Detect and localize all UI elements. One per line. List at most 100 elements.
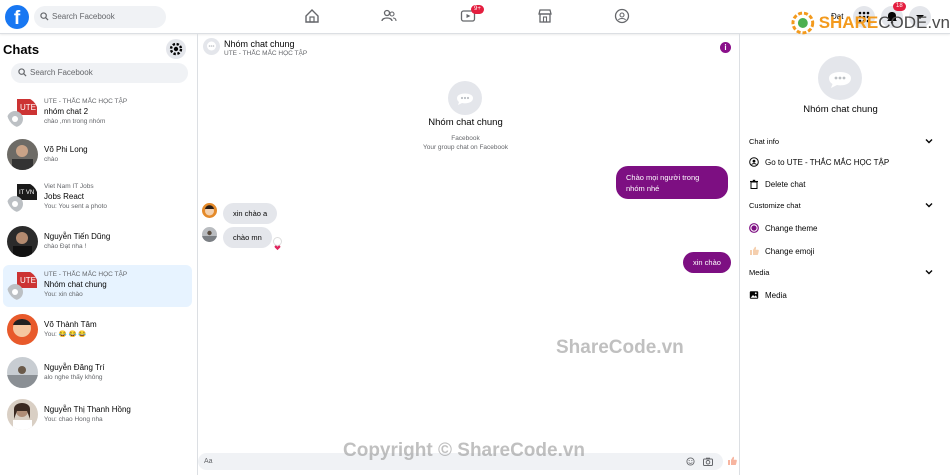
message-outgoing[interactable]: Chào mọi người trong nhóm nhé xyxy=(616,166,728,199)
chat-list-item[interactable]: IT VN Viet Nam IT Jobs Jobs React You: Y… xyxy=(3,177,192,219)
chat-name: Jobs React xyxy=(44,192,85,201)
media-label: Media xyxy=(765,290,787,300)
svg-text:UTE: UTE xyxy=(20,103,36,112)
chat-name: Nguyễn Tiến Dũng xyxy=(44,232,111,241)
user-avatar xyxy=(7,357,38,388)
chat-name: Nguyễn Thị Thanh Hồng xyxy=(44,405,131,414)
change-emoji-item[interactable]: Change emoji xyxy=(749,244,814,258)
delete-chat-label: Delete chat xyxy=(765,179,806,189)
svg-text:UTE: UTE xyxy=(20,276,36,285)
customize-chat-section[interactable]: Customize chat xyxy=(749,201,801,210)
chat-list-item[interactable]: Nguyễn Đăng Trí alo nghe thấy không xyxy=(3,352,192,394)
intro-name: Nhóm chat chung xyxy=(428,117,503,128)
intro-source: Facebook xyxy=(451,135,480,142)
watermark-bottom: Copyright © ShareCode.vn xyxy=(343,440,586,461)
chat-group-name: UTE - THẮC MẮC HỌC TẬP xyxy=(44,98,128,105)
brand-text-main: SHARE xyxy=(818,13,879,32)
camera-icon[interactable] xyxy=(703,457,713,466)
chat-name: Nhóm chat chung xyxy=(44,280,107,289)
chat-preview: You: chao Hong nha xyxy=(44,416,103,423)
chevron-down-icon[interactable] xyxy=(924,200,934,210)
chat-list-item[interactable]: UTE UTE - THẮC MẮC HỌC TẬP nhóm chat 2 c… xyxy=(3,92,192,134)
theme-icon xyxy=(749,223,759,233)
gear-icon xyxy=(169,42,183,56)
chat-list-item[interactable]: Nguyễn Tiến Dũng chào Đạt nha ! xyxy=(3,221,192,263)
chat-details-panel: Nhóm chat chung Chat info Go to UTE - TH… xyxy=(739,34,950,475)
conversation-name[interactable]: Nhóm chat chung xyxy=(224,39,295,49)
brand-gear-icon xyxy=(791,11,815,35)
goto-group-item[interactable]: Go to UTE - THẮC MẮC HỌC TẬP xyxy=(749,155,889,169)
goto-group-label: Go to UTE - THẮC MẮC HỌC TẬP xyxy=(765,157,890,167)
delete-chat-item[interactable]: Delete chat xyxy=(749,177,805,191)
details-name: Nhóm chat chung xyxy=(803,104,878,115)
chat-name: Võ Phi Long xyxy=(44,145,88,154)
user-avatar xyxy=(7,139,38,170)
chat-bubble-icon xyxy=(829,72,851,88)
user-avatar xyxy=(7,399,38,430)
chat-list-item[interactable]: Võ Phi Long chào xyxy=(3,134,192,176)
chat-bubble-icon xyxy=(207,41,216,51)
message-outgoing[interactable]: xin chào xyxy=(683,252,731,273)
chat-preview: You: xin chào xyxy=(44,291,83,298)
info-icon[interactable]: i xyxy=(720,42,731,53)
chat-bubble-icon xyxy=(457,93,473,105)
conversation-subtitle: UTE - THẮC MẮC HỌC TẬP xyxy=(224,50,308,57)
chat-name: Võ Thành Tâm xyxy=(44,320,97,329)
chevron-down-icon[interactable] xyxy=(924,267,934,277)
conversation-panel: Nhóm chat chung UTE - THẮC MẮC HỌC TẬP i… xyxy=(198,34,739,475)
chat-search-placeholder: Search Facebook xyxy=(30,68,93,77)
search-icon xyxy=(18,68,27,77)
change-theme-label: Change theme xyxy=(765,223,818,233)
chat-settings-button[interactable] xyxy=(166,39,186,59)
thumbs-up-icon xyxy=(750,246,759,255)
chat-list-item[interactable]: Nguyễn Thị Thanh Hồng You: chao Hong nha xyxy=(3,394,192,436)
marketplace-icon[interactable] xyxy=(537,8,553,24)
emoji-icon[interactable] xyxy=(686,457,695,466)
message-input-placeholder: Aa xyxy=(204,458,213,465)
heart-reaction-icon[interactable] xyxy=(273,237,282,251)
top-search-placeholder: Search Facebook xyxy=(52,12,115,21)
chat-group-name: Viet Nam IT Jobs xyxy=(44,183,94,190)
chat-preview: You: 😂 😂 😂 xyxy=(44,331,87,338)
chat-info-section[interactable]: Chat info xyxy=(749,137,779,146)
message-incoming[interactable]: xin chào a xyxy=(223,203,278,224)
chat-search-input[interactable]: Search Facebook xyxy=(11,63,188,83)
group-avatar: IT VN xyxy=(7,182,38,213)
sender-avatar xyxy=(202,203,217,218)
intro-avatar xyxy=(448,81,482,115)
brand-text-sub: CODE.vn xyxy=(878,13,950,32)
chat-preview: You: You sent a photo xyxy=(44,203,108,210)
conversation-header: Nhóm chat chung UTE - THẮC MẮC HỌC TẬP i xyxy=(198,34,739,62)
media-item[interactable]: Media xyxy=(749,288,787,302)
group-icon xyxy=(749,157,759,167)
chat-preview: alo nghe thấy không xyxy=(44,374,103,381)
conversation-avatar[interactable] xyxy=(203,38,220,55)
chat-list-item[interactable]: Võ Thành Tâm You: 😂 😂 😂 xyxy=(3,309,192,351)
like-icon[interactable] xyxy=(727,456,737,466)
chat-list-item-active[interactable]: UTE UTE - THẮC MẮC HỌC TẬP Nhóm chat chu… xyxy=(3,265,192,307)
chevron-down-icon[interactable] xyxy=(924,136,934,146)
details-avatar xyxy=(818,56,862,100)
chat-preview: chào xyxy=(44,156,59,163)
search-icon xyxy=(40,12,49,21)
group-avatar: UTE xyxy=(7,270,38,301)
chat-preview: chào ,mn trong nhóm xyxy=(44,118,106,125)
chats-title: Chats xyxy=(3,42,40,57)
message-incoming[interactable]: chào mn xyxy=(223,227,272,248)
media-section[interactable]: Media xyxy=(749,268,769,277)
watermark-center: ShareCode.vn xyxy=(556,337,684,358)
facebook-logo[interactable]: f xyxy=(5,5,29,29)
user-avatar xyxy=(7,314,38,345)
sharecode-brand-logo: SHARECODE.vn xyxy=(790,10,950,36)
groups-icon[interactable] xyxy=(614,8,630,24)
svg-text:IT VN: IT VN xyxy=(19,190,34,196)
user-avatar xyxy=(7,226,38,257)
top-search-input[interactable]: Search Facebook xyxy=(34,6,166,28)
chats-sidebar: Chats Search Facebook UTE UTE - THẮC MẮC… xyxy=(0,34,198,475)
chat-name: nhóm chat 2 xyxy=(44,107,89,116)
friends-icon[interactable] xyxy=(381,8,397,24)
change-theme-item[interactable]: Change theme xyxy=(749,221,817,235)
home-icon[interactable] xyxy=(304,8,320,24)
chat-name: Nguyễn Đăng Trí xyxy=(44,363,105,372)
trash-icon xyxy=(750,179,758,189)
